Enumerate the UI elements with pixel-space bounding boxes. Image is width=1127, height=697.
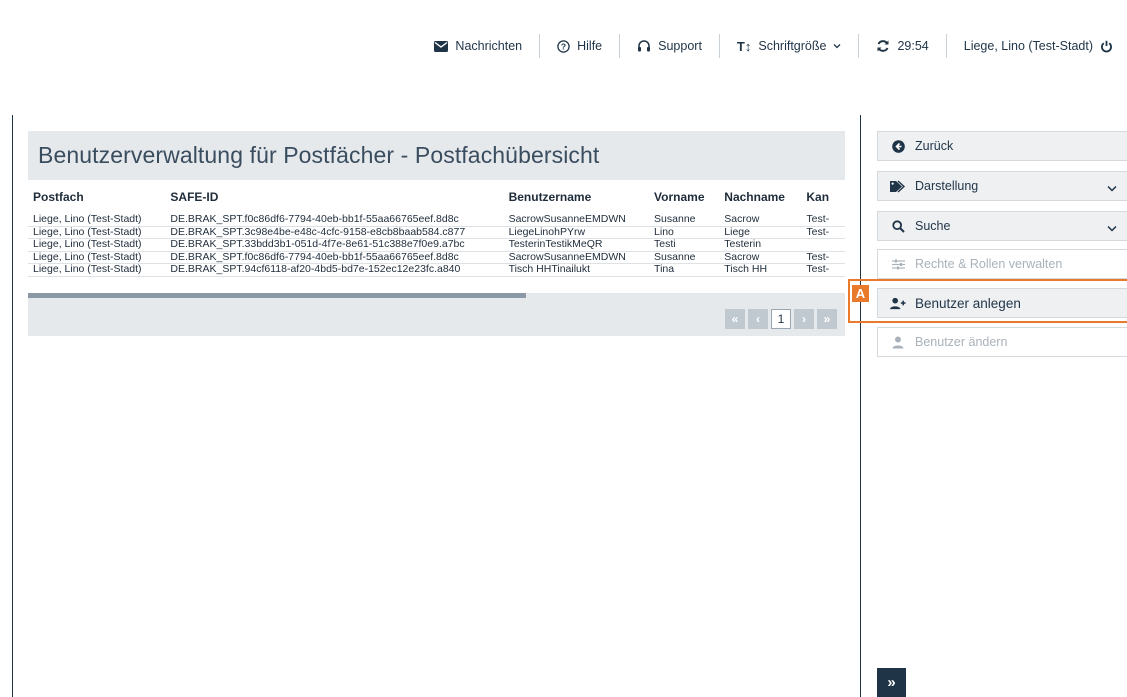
top-navigation: Nachrichten ? Hilfe Support T↕ Schriftgr… (417, 34, 1113, 58)
cell-postfach: Liege, Lino (Test-Stadt) (33, 250, 142, 263)
edit-user-label: Benutzer ändern (915, 335, 1008, 349)
cell-safe-id: DE.BRAK_SPT.f0c86df6-7794-40eb-bb1f-55aa… (170, 213, 459, 225)
table-header-row: Postfach SAFE-ID Benutzername Vorname Na… (28, 180, 845, 214)
annotation-highlight-box (848, 279, 1127, 323)
cell-kanzlei: Test- (806, 213, 830, 225)
power-icon[interactable] (1100, 40, 1113, 53)
cell-vorname: Tina (654, 263, 675, 275)
timer-label: 29:54 (897, 39, 929, 53)
user-menu[interactable]: Liege, Lino (Test-Stadt) (947, 39, 1113, 53)
table-row[interactable]: Liege, Lino (Test-Stadt) DE.BRAK_SPT.94c… (28, 263, 845, 276)
help-label: Hilfe (577, 39, 603, 53)
chevron-down-icon (1107, 221, 1117, 235)
current-page[interactable]: 1 (771, 309, 791, 329)
expand-sidebar-button[interactable]: » (877, 668, 906, 697)
display-label: Darstellung (915, 179, 979, 193)
content-border-right (860, 115, 861, 697)
cell-postfach: Liege, Lino (Test-Stadt) (33, 238, 142, 250)
page-title: Benutzerverwaltung für Postfächer - Post… (38, 142, 600, 168)
cell-kanzlei: Test- (806, 225, 830, 238)
column-header-postfach[interactable]: Postfach (28, 180, 170, 214)
display-dropdown[interactable]: Darstellung (877, 171, 1127, 201)
arrow-left-circle-icon (890, 139, 906, 153)
table-row[interactable]: Liege, Lino (Test-Stadt) DE.BRAK_SPT.33b… (28, 238, 845, 252)
cell-benutzername: TesterinTestikMeQR (508, 238, 603, 250)
manage-rights-button[interactable]: Rechte & Rollen verwalten (877, 249, 1127, 279)
sliders-icon (890, 259, 906, 270)
question-circle-icon: ? (557, 39, 570, 53)
chevron-down-icon (833, 43, 841, 49)
cell-safe-id: DE.BRAK_SPT.33bdd3b1-051d-4f7e-8e61-51c3… (170, 238, 465, 250)
cell-kanzlei (806, 239, 845, 252)
cell-kanzlei: Test- (806, 250, 830, 263)
messages-link[interactable]: Nachrichten (417, 39, 539, 53)
pagination: « ‹ 1 › » (725, 309, 837, 329)
column-header-vorname[interactable]: Vorname (654, 180, 724, 214)
cell-nachname: Liege (724, 225, 750, 238)
cell-kanzlei: Test- (806, 263, 830, 275)
cell-nachname: Sacrow (724, 213, 760, 225)
user-icon (890, 336, 906, 349)
cell-benutzername: SacrowSusanneEMDWN (508, 213, 626, 225)
cell-vorname: Susanne (654, 213, 696, 225)
fontsize-label: Schriftgröße (758, 39, 827, 53)
cell-vorname: Susanne (654, 250, 696, 263)
content-border-left (12, 115, 13, 697)
annotation-label: A (852, 285, 869, 302)
back-label: Zurück (915, 139, 954, 153)
last-page-button[interactable]: » (817, 309, 837, 329)
edit-user-button[interactable]: Benutzer ändern (877, 327, 1127, 357)
headset-icon (637, 39, 651, 53)
cell-vorname: Testi (654, 238, 676, 250)
cell-nachname: Tisch HH (724, 263, 768, 275)
column-header-benutzername[interactable]: Benutzername (509, 180, 654, 214)
search-label: Suche (915, 219, 951, 233)
user-table: Postfach SAFE-ID Benutzername Vorname Na… (28, 180, 845, 296)
support-label: Support (658, 39, 702, 53)
prev-page-button[interactable]: ‹ (748, 309, 768, 329)
envelope-icon (434, 40, 449, 52)
cell-benutzername: LiegeLinohPYrw (508, 225, 586, 238)
next-page-button[interactable]: › (794, 309, 814, 329)
session-timer[interactable]: 29:54 (859, 39, 945, 53)
table-row[interactable]: Liege, Lino (Test-Stadt) DE.BRAK_SPT.f0c… (28, 213, 845, 226)
back-button[interactable]: Zurück (877, 131, 1127, 161)
cell-safe-id: DE.BRAK_SPT.94cf6118-af20-4bd5-bd7e-152e… (170, 263, 461, 275)
cell-vorname: Lino (654, 225, 674, 238)
cell-postfach: Liege, Lino (Test-Stadt) (33, 213, 142, 225)
column-header-nachname[interactable]: Nachname (724, 180, 806, 214)
cell-postfach: Liege, Lino (Test-Stadt) (33, 263, 142, 275)
search-icon (890, 219, 906, 233)
manage-rights-label: Rechte & Rollen verwalten (915, 257, 1063, 271)
cell-benutzername: Tisch HHTinailukt (508, 263, 591, 275)
fontsize-dropdown[interactable]: T↕ Schriftgröße (720, 39, 859, 54)
cell-safe-id: DE.BRAK_SPT.f0c86df6-7794-40eb-bb1f-55aa… (170, 250, 459, 263)
table-row[interactable]: Liege, Lino (Test-Stadt) DE.BRAK_SPT.3c9… (28, 226, 845, 239)
cell-nachname: Sacrow (724, 250, 760, 263)
help-link[interactable]: ? Hilfe (540, 39, 619, 53)
column-header-safe-id[interactable]: SAFE-ID (170, 180, 508, 214)
mailbox-overview-panel: Benutzerverwaltung für Postfächer - Post… (28, 131, 845, 336)
cell-postfach: Liege, Lino (Test-Stadt) (33, 225, 142, 238)
tags-icon (890, 179, 906, 193)
user-label: Liege, Lino (Test-Stadt) (963, 39, 1093, 53)
text-size-icon: T↕ (736, 38, 752, 54)
support-link[interactable]: Support (620, 39, 719, 53)
refresh-icon (876, 39, 890, 53)
first-page-button[interactable]: « (725, 309, 745, 329)
cell-safe-id: DE.BRAK_SPT.3c98e4be-e48c-4cfc-9158-e8cb… (170, 225, 466, 238)
cell-nachname: Testerin (724, 238, 762, 250)
cell-benutzername: SacrowSusanneEMDWN (508, 250, 626, 263)
table-row[interactable]: Liege, Lino (Test-Stadt) DE.BRAK_SPT.f0c… (28, 251, 845, 264)
chevron-down-icon (1107, 181, 1117, 195)
messages-label: Nachrichten (455, 39, 523, 53)
column-header-kanzlei[interactable]: Kan (806, 180, 845, 214)
svg-text:?: ? (561, 41, 566, 51)
horizontal-scrollbar-thumb[interactable] (28, 293, 526, 298)
search-dropdown[interactable]: Suche (877, 211, 1127, 241)
